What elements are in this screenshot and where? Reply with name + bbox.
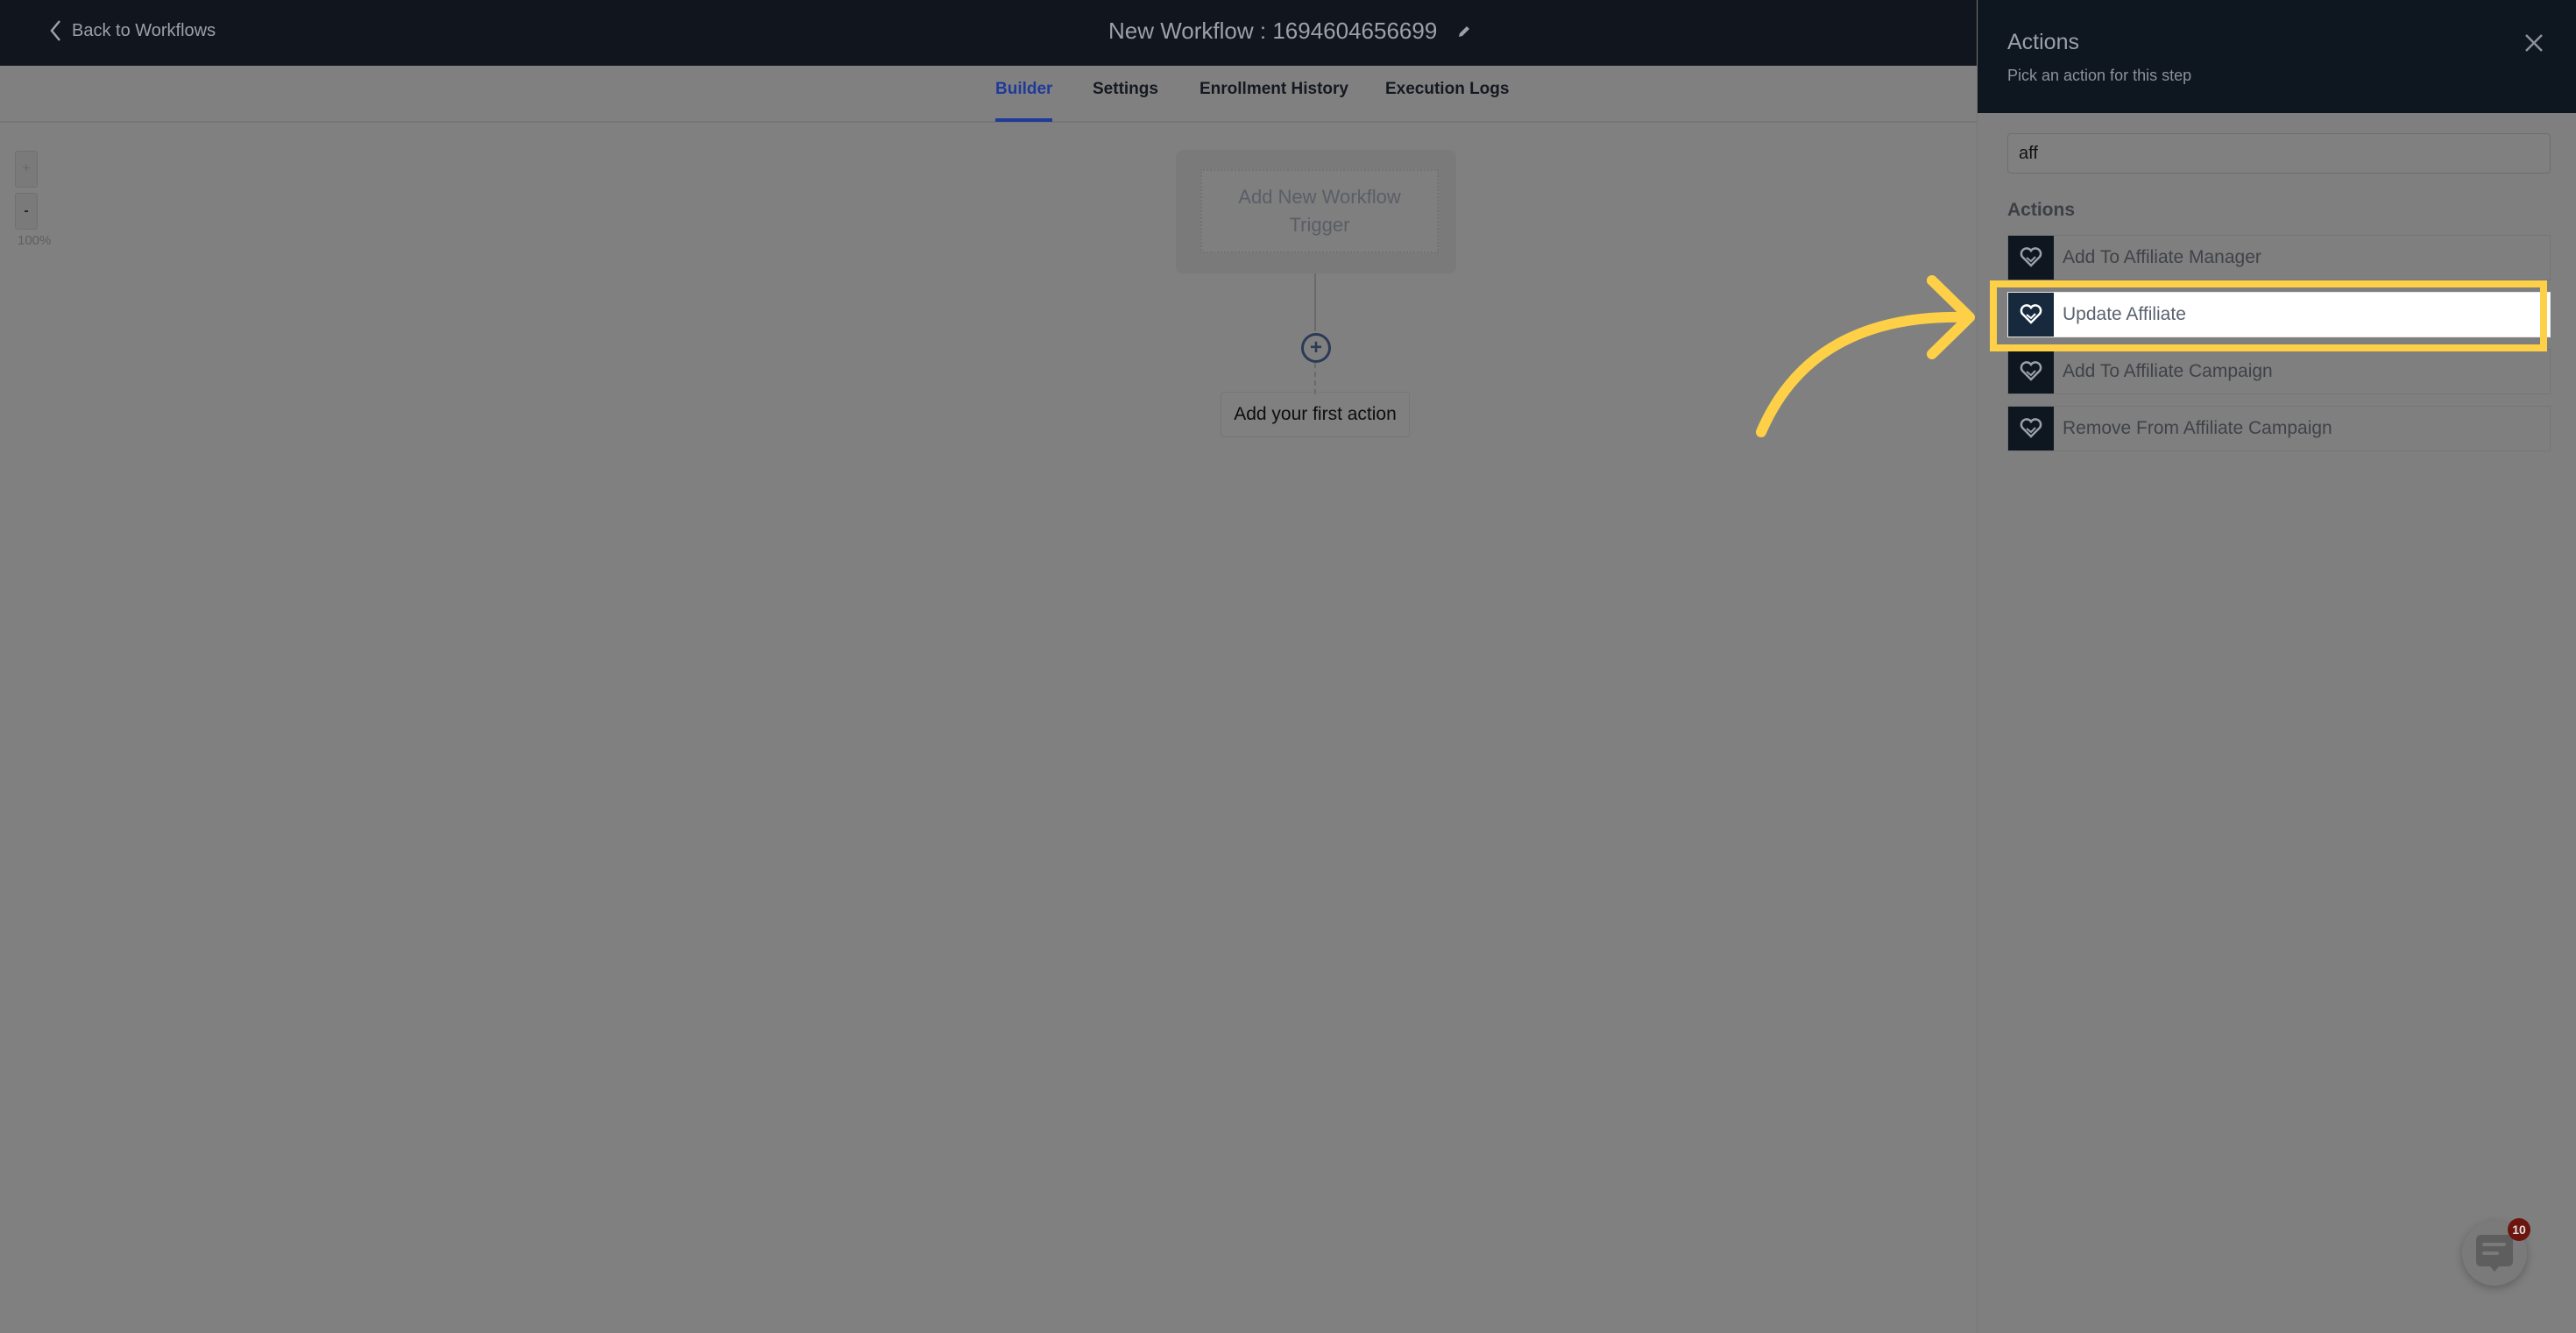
tab-builder[interactable]: Builder xyxy=(995,80,1053,122)
pointer-arrow-icon xyxy=(1756,275,1975,437)
action-add-to-affiliate-campaign[interactable]: Add To Affiliate Campaign xyxy=(2007,349,2551,394)
back-to-workflows-link[interactable]: Back to Workflows xyxy=(49,19,216,42)
action-add-to-affiliate-manager[interactable]: Add To Affiliate Manager xyxy=(2007,235,2551,280)
zoom-level: 100% xyxy=(18,233,52,248)
zoom-out-button[interactable]: - xyxy=(15,193,38,230)
add-trigger-button[interactable]: Add New Workflow Trigger xyxy=(1200,169,1439,253)
pencil-icon[interactable] xyxy=(1456,24,1472,39)
trigger-node: Add New Workflow Trigger xyxy=(1176,150,1456,273)
actions-section-label: Actions xyxy=(2007,200,2076,220)
zoom-in-button[interactable]: + xyxy=(15,151,38,188)
handshake-heart-icon xyxy=(2008,293,2054,337)
add-first-action-button[interactable]: Add your first action xyxy=(1221,392,1410,437)
handshake-heart-icon xyxy=(2008,350,2054,394)
panel-title: Actions xyxy=(2007,30,2079,54)
tab-bar: Builder Settings Enrollment History Exec… xyxy=(0,66,1977,123)
actions-panel: Actions Pick an action for this step Act… xyxy=(1977,0,2576,1333)
tab-settings[interactable]: Settings xyxy=(1093,80,1158,99)
tab-execution-logs[interactable]: Execution Logs xyxy=(1385,80,1509,99)
close-icon[interactable] xyxy=(2521,30,2547,56)
panel-subtitle: Pick an action for this step xyxy=(2007,67,2192,84)
action-label: Add To Affiliate Manager xyxy=(2063,247,2261,267)
add-step-plus-icon[interactable]: + xyxy=(1301,333,1331,363)
notification-badge: 10 xyxy=(2508,1218,2530,1241)
action-update-affiliate[interactable]: Update Affiliate xyxy=(2007,292,2551,337)
handshake-heart-icon xyxy=(2008,407,2054,450)
action-label: Add To Affiliate Campaign xyxy=(2063,361,2273,381)
action-label: Remove From Affiliate Campaign xyxy=(2063,418,2332,438)
tab-enrollment-history[interactable]: Enrollment History xyxy=(1200,80,1348,99)
action-remove-from-affiliate-campaign[interactable]: Remove From Affiliate Campaign xyxy=(2007,406,2551,451)
action-label: Update Affiliate xyxy=(2063,304,2186,324)
workflow-title: New Workflow : 1694604656699 xyxy=(1108,18,1472,45)
back-label: Back to Workflows xyxy=(72,20,216,40)
handshake-heart-icon xyxy=(2008,236,2054,280)
action-search-input[interactable] xyxy=(2007,133,2551,174)
chevron-left-icon xyxy=(50,20,60,41)
workflow-title-text: New Workflow : 1694604656699 xyxy=(1108,18,1438,44)
panel-header: Actions Pick an action for this step xyxy=(1978,0,2576,113)
dashed-connector xyxy=(1314,363,1316,394)
connector-line xyxy=(1314,273,1316,331)
